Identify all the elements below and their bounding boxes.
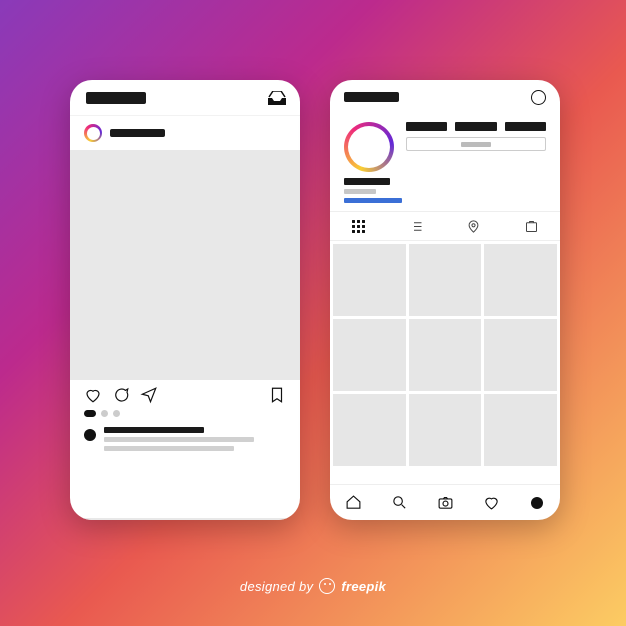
grid-cell[interactable] <box>484 319 557 391</box>
divider <box>70 518 300 520</box>
grid-icon <box>352 220 365 233</box>
nav-search[interactable] <box>376 485 422 520</box>
heart-icon <box>483 494 500 511</box>
stat-followers[interactable] <box>455 122 496 131</box>
post-username[interactable] <box>110 129 165 137</box>
edit-profile-label <box>461 142 491 147</box>
feed-header <box>70 80 300 116</box>
bio-name <box>344 178 390 185</box>
profile-avatar-icon[interactable] <box>344 122 394 172</box>
grid-cell[interactable] <box>333 319 406 391</box>
attribution: designed by freepik <box>0 578 626 594</box>
caption-text-line <box>104 437 254 442</box>
camera-icon <box>437 494 454 511</box>
freepik-logo-icon <box>319 578 335 594</box>
profile-header <box>330 80 560 114</box>
comment-icon[interactable] <box>112 386 130 404</box>
profile-tabs <box>330 211 560 241</box>
nav-home[interactable] <box>330 485 376 520</box>
nav-activity[interactable] <box>468 485 514 520</box>
tab-tagged[interactable] <box>503 212 561 240</box>
credit-prefix: designed by <box>240 579 313 594</box>
feed-screen <box>70 80 300 520</box>
post-header[interactable] <box>70 116 300 150</box>
credit-brand: freepik <box>341 579 386 594</box>
post-actions <box>70 380 300 410</box>
grid-cell[interactable] <box>409 244 482 316</box>
grid-cell[interactable] <box>409 319 482 391</box>
search-icon <box>391 494 408 511</box>
photo-grid <box>330 241 560 484</box>
tagged-icon <box>524 219 539 234</box>
pager-dot[interactable] <box>113 410 120 417</box>
pager-dot[interactable] <box>84 410 96 417</box>
caption-avatar-icon <box>84 429 96 441</box>
post-image[interactable] <box>70 150 300 380</box>
grid-cell[interactable] <box>484 244 557 316</box>
nav-camera[interactable] <box>422 485 468 520</box>
settings-icon[interactable] <box>531 90 546 105</box>
profile-screen <box>330 80 560 520</box>
edit-profile-button[interactable] <box>406 137 546 151</box>
bio-text <box>344 189 376 194</box>
grid-cell[interactable] <box>333 394 406 466</box>
profile-title <box>344 92 399 102</box>
profile-top <box>330 114 560 176</box>
inbox-icon[interactable] <box>268 91 286 105</box>
grid-cell[interactable] <box>409 394 482 466</box>
like-icon[interactable] <box>84 386 102 404</box>
profile-bio <box>330 176 560 211</box>
pin-icon <box>466 219 481 234</box>
carousel-pager <box>70 410 300 423</box>
home-icon <box>345 494 362 511</box>
pager-dot[interactable] <box>101 410 108 417</box>
share-icon[interactable] <box>140 386 158 404</box>
bottom-nav <box>330 484 560 520</box>
caption-username <box>104 427 204 433</box>
story-avatar-icon[interactable] <box>84 124 102 142</box>
tab-places[interactable] <box>445 212 503 240</box>
nav-profile[interactable] <box>514 485 560 520</box>
grid-cell[interactable] <box>484 394 557 466</box>
post-caption <box>70 423 300 451</box>
caption-text-line <box>104 446 234 451</box>
list-icon <box>409 219 424 234</box>
stat-posts[interactable] <box>406 122 447 131</box>
app-logo[interactable] <box>86 92 146 104</box>
tab-list[interactable] <box>388 212 446 240</box>
bio-link[interactable] <box>344 198 402 203</box>
grid-cell[interactable] <box>333 244 406 316</box>
bookmark-icon[interactable] <box>268 386 286 404</box>
stat-following[interactable] <box>505 122 546 131</box>
tab-grid[interactable] <box>330 212 388 240</box>
